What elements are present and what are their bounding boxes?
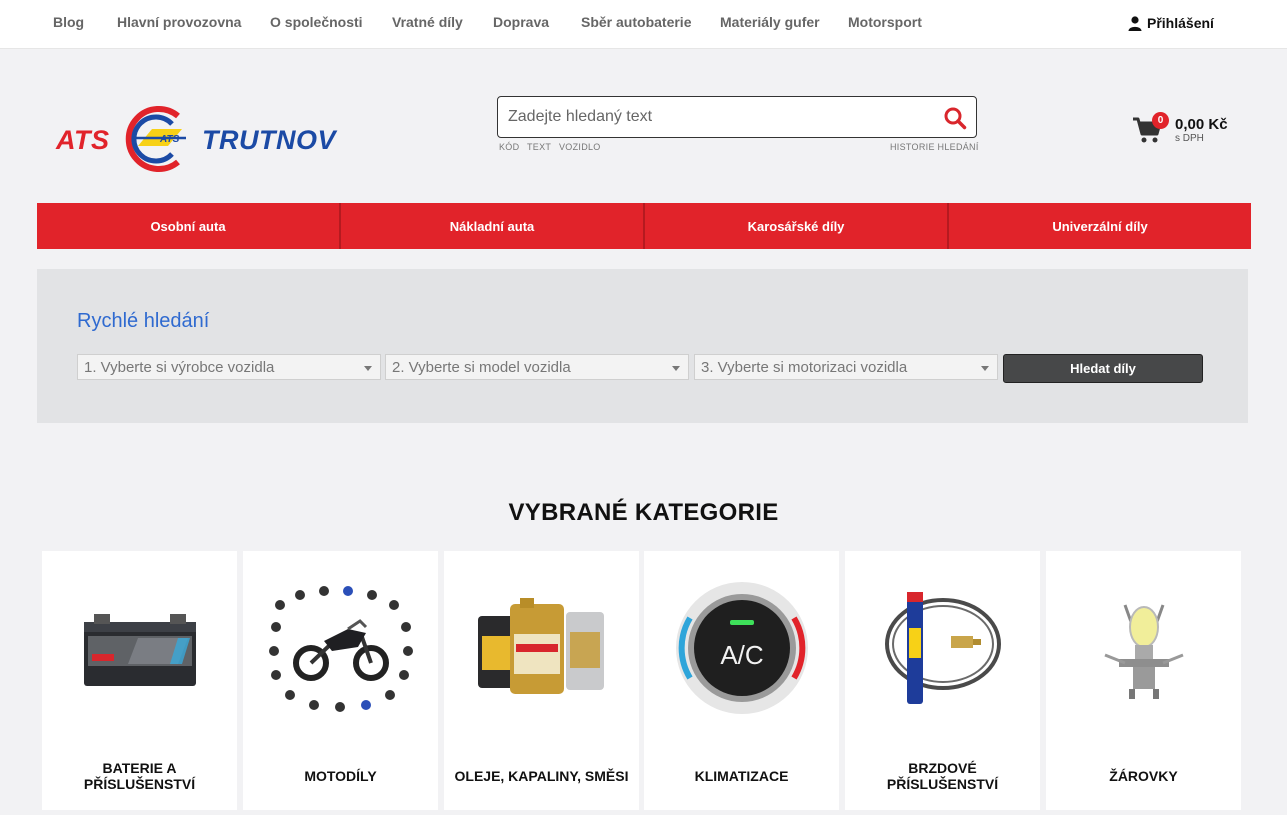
category-universal-parts[interactable]: Univerzální díly [949,203,1251,249]
logo-emblem-icon: ATS [125,106,186,172]
category-label: ŽÁROVKY [1109,768,1178,784]
nav-link-main-branch[interactable]: Hlavní provozovna [117,14,241,30]
category-label: MOTODÍLY [304,768,377,784]
search-history-link[interactable]: HISTORIE HLEDÁNÍ [890,142,979,152]
category-passenger-cars[interactable]: Osobní auta [37,203,341,249]
vehicle-model-value: 2. Vyberte si model vozidla [392,359,571,376]
logo-ats-text: ATS [56,125,110,155]
category-body-parts[interactable]: Karosářské díly [645,203,949,249]
search-hint-code[interactable]: KÓD [499,142,519,152]
cart-count-badge: 0 [1152,112,1169,129]
nav-link-gasket-materials[interactable]: Materiály gufer [720,14,820,30]
category-card-brake-accessories[interactable]: BRZDOVÉ PŘÍSLUŠENSTVÍ [845,551,1040,810]
category-bar: Osobní auta Nákladní auta Karosářské díl… [37,203,1251,249]
search-input[interactable] [508,106,928,128]
vehicle-manufacturer-value: 1. Vyberte si výrobce vozidla [84,359,275,376]
search-icon[interactable] [943,106,967,130]
vehicle-engine-select[interactable]: 3. Vyberte si motorizaci vozidla [694,354,998,380]
category-trucks[interactable]: Nákladní auta [341,203,645,249]
bulb-image [1103,604,1184,699]
search-parts-button[interactable]: Hledat díly [1003,354,1203,383]
nav-link-shipping[interactable]: Doprava [493,14,549,30]
chevron-down-icon [672,366,680,371]
top-navigation: Blog Hlavní provozovna O společnosti Vra… [0,0,1287,49]
nav-link-motorsport[interactable]: Motorsport [848,14,922,30]
logo-trutnov-text: TRUTNOV [202,125,336,155]
quick-search-title: Rychlé hledání [77,310,210,332]
motorcycle-image [268,586,413,712]
quick-search-panel: Rychlé hledání 1. Vyberte si výrobce voz… [37,269,1248,423]
vehicle-model-select[interactable]: 2. Vyberte si model vozidla [385,354,689,380]
battery-image [83,614,196,686]
category-card-moto-parts[interactable]: MOTODÍLY [243,551,438,810]
category-label: KLIMATIZACE [694,768,789,784]
nav-link-battery-collection[interactable]: Sběr autobaterie [581,14,691,30]
chevron-down-icon [364,366,372,371]
search-hint-vehicle[interactable]: VOZIDLO [559,142,601,152]
cart-price: 0,00 Kč [1175,116,1228,133]
logo-emblem-text: ATS [159,134,180,145]
category-label: OLEJE, KAPALINY, SMĚSI [454,768,629,784]
search-box [497,96,977,138]
login-link[interactable]: Přihlášení [1128,15,1214,31]
cart[interactable]: 0 0,00 Kč s DPH [1132,112,1242,150]
oil-canisters-image [477,598,604,694]
nav-link-blog[interactable]: Blog [53,14,84,30]
category-card-bulbs[interactable]: ŽÁROVKY [1046,551,1241,810]
ac-label: A/C [720,640,763,670]
ac-button-image: A/C [675,582,808,714]
cart-vat-note: s DPH [1175,133,1204,144]
nav-link-returnable-parts[interactable]: Vratné díly [392,14,463,30]
login-label: Přihlášení [1147,15,1214,31]
category-card-batteries[interactable]: BATERIE A PŘÍSLUŠENSTVÍ [42,551,237,810]
user-icon [1128,15,1142,31]
featured-categories-title: VYBRANÉ KATEGORIE [508,499,779,526]
category-card-air-conditioning[interactable]: A/C KLIMATIZACE [644,551,839,810]
site-logo[interactable]: ATS ATS TRUTNOV [56,102,340,176]
search-hint-text[interactable]: TEXT [527,142,551,152]
category-label: BRZDOVÉ PŘÍSLUŠENSTVÍ [886,760,999,792]
category-card-oils-fluids[interactable]: OLEJE, KAPALINY, SMĚSI [444,551,639,810]
chevron-down-icon [981,366,989,371]
vehicle-engine-value: 3. Vyberte si motorizaci vozidla [701,359,908,376]
vehicle-manufacturer-select[interactable]: 1. Vyberte si výrobce vozidla [77,354,381,380]
category-label: BATERIE A PŘÍSLUŠENSTVÍ [83,760,196,792]
brake-accessories-image [884,592,1001,704]
nav-link-about-company[interactable]: O společnosti [270,14,363,30]
